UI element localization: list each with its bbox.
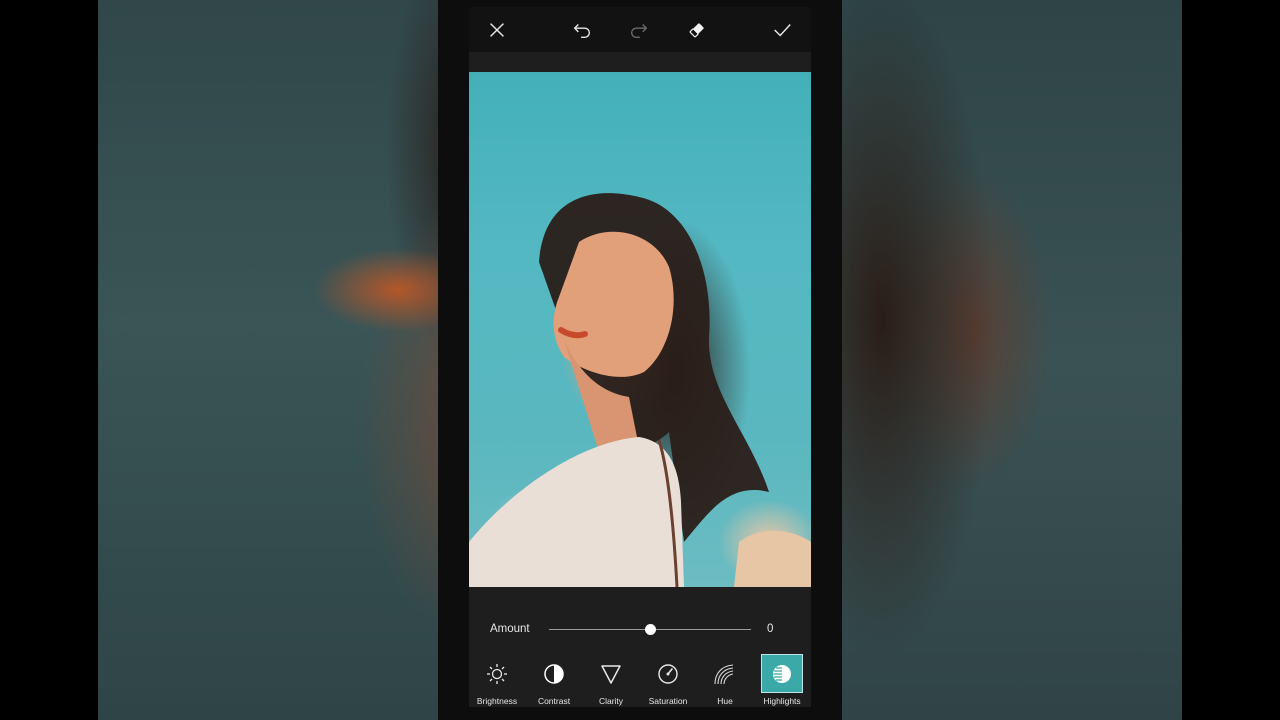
redo-icon	[631, 24, 648, 39]
tool-label: Contrast	[537, 696, 571, 706]
triangle-icon	[601, 664, 621, 684]
sun-icon	[487, 663, 507, 684]
tool-contrast[interactable]: Contrast	[533, 654, 575, 706]
amount-value: 0	[767, 623, 774, 635]
close-icon	[490, 23, 504, 37]
adjust-tools-bar: Brightness Contrast Clarity Saturation H…	[469, 651, 811, 707]
close-button[interactable]	[482, 15, 512, 45]
editor-app: Amount 0 Brightness Contrast Clarity Sat…	[469, 7, 811, 707]
tool-hue[interactable]: Hue	[704, 654, 746, 706]
checkmark-icon	[774, 24, 791, 37]
tool-brightness[interactable]: Brightness	[476, 654, 518, 706]
eraser-icon	[689, 23, 704, 38]
undo-button[interactable]	[567, 15, 597, 45]
apply-button[interactable]	[767, 15, 797, 45]
rainbow-icon	[714, 663, 734, 684]
gauge-icon	[658, 663, 678, 684]
tool-highlights[interactable]: Highlights	[761, 654, 803, 706]
amount-slider-thumb[interactable]	[644, 624, 656, 635]
portrait-photo	[469, 193, 811, 587]
tool-label: Saturation	[648, 696, 688, 706]
contrast-icon	[544, 663, 564, 684]
redo-button[interactable]	[624, 15, 654, 45]
tool-label: Clarity	[598, 696, 624, 706]
amount-label: Amount	[490, 623, 530, 635]
undo-icon	[573, 24, 590, 39]
top-toolbar	[469, 7, 811, 52]
highlights-icon	[773, 664, 791, 683]
blurred-background-right	[842, 0, 1182, 720]
tool-label: Brightness	[476, 696, 518, 706]
amount-slider-panel: Amount 0	[469, 607, 811, 651]
tool-clarity[interactable]: Clarity	[590, 654, 632, 706]
blurred-background-left	[98, 0, 438, 720]
tool-label: Hue	[717, 696, 733, 706]
photo-canvas[interactable]	[469, 72, 811, 587]
tool-saturation[interactable]: Saturation	[647, 654, 689, 706]
tool-label: Highlights	[763, 696, 801, 706]
eraser-button[interactable]	[682, 15, 712, 45]
